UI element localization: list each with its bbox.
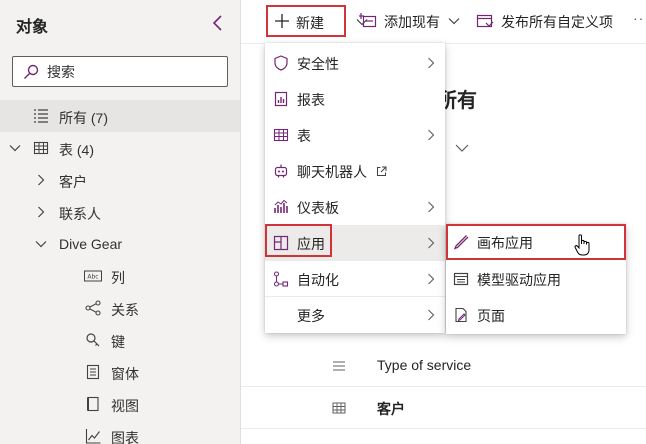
chevron-right-icon — [428, 57, 435, 69]
submenu-item-label: 页面 — [477, 308, 505, 324]
tree-item-label: 窗体 — [111, 366, 139, 382]
svg-text:Abc: Abc — [87, 274, 98, 281]
new-dropdown-menu: 安全性 报表 表 聊天机器人 仪表板 应用 自动化 更多 — [265, 43, 445, 333]
menu-item-more[interactable]: 更多 — [265, 297, 445, 333]
tree-item-label: 图表 — [111, 430, 139, 444]
page-icon — [455, 307, 467, 323]
menu-item-label: 聊天机器人 — [297, 164, 367, 180]
command-bar: 新建 添加现有 发布所有自定义项 ··· — [241, 0, 646, 44]
tree-item-all[interactable]: 所有 (7) — [0, 100, 240, 132]
row-label: 客户 — [377, 401, 405, 417]
chevron-down-icon[interactable] — [35, 238, 47, 250]
table-row[interactable]: Type of service — [241, 345, 646, 387]
add-existing-label: 添加现有 — [384, 14, 440, 30]
chevron-right-icon[interactable] — [35, 174, 47, 186]
pen-icon — [453, 235, 469, 250]
chevron-right-icon — [428, 237, 435, 249]
publish-icon — [476, 14, 494, 28]
tree-item-label: 表 (4) — [59, 142, 94, 158]
tree-item-label: 联系人 — [59, 206, 101, 222]
tree-item-label: 列 — [111, 270, 125, 286]
menu-item-model-driven-app[interactable]: 模型驱动应用 — [446, 261, 626, 297]
sidebar-title: 对象 — [16, 19, 49, 36]
row-label: Type of service — [377, 357, 472, 373]
search-icon — [24, 64, 39, 79]
bot-icon — [274, 164, 288, 178]
search-box[interactable] — [12, 56, 228, 87]
object-sidebar: 对象 所有 (7) 表 (4) 客户 — [0, 0, 241, 444]
tree-item-label: 客户 — [59, 174, 87, 190]
form-icon — [86, 364, 100, 380]
submenu-item-label: 画布应用 — [477, 235, 533, 251]
tree-item-charts[interactable]: 图表 — [0, 420, 240, 444]
table-icon — [273, 128, 289, 142]
list-icon — [34, 109, 48, 123]
publish-all-label: 发布所有自定义项 — [501, 14, 613, 30]
chevron-down-icon — [448, 18, 460, 25]
hand-cursor-icon — [574, 234, 590, 256]
menu-item-label: 表 — [297, 128, 311, 144]
menu-item-dashboard[interactable]: 仪表板 — [265, 189, 445, 225]
column-icon: Abc — [84, 270, 102, 282]
table-icon — [33, 141, 49, 155]
menu-item-report[interactable]: 报表 — [265, 81, 445, 117]
app-highlight-box — [265, 224, 332, 257]
tree-item-label: 视图 — [111, 398, 139, 414]
new-button-label: 新建 — [296, 15, 324, 31]
report-icon — [274, 91, 288, 107]
chevron-right-icon — [428, 129, 435, 141]
tree-item-forms[interactable]: 窗体 — [0, 356, 240, 388]
menu-item-chatbot[interactable]: 聊天机器人 — [265, 153, 445, 189]
key-icon — [86, 333, 100, 347]
menu-item-canvas-app[interactable]: 画布应用 — [446, 224, 626, 260]
menu-item-automation[interactable]: 自动化 — [265, 261, 445, 297]
chevron-right-icon[interactable] — [35, 206, 47, 218]
app-submenu: 画布应用 模型驱动应用 页面 — [446, 224, 626, 334]
tree-item-label: 键 — [111, 334, 125, 350]
tree-item-tables[interactable]: 表 (4) — [0, 132, 240, 164]
tree-item-label: 所有 (7) — [59, 110, 108, 126]
chevron-right-icon — [428, 309, 435, 321]
menu-item-security[interactable]: 安全性 — [265, 45, 445, 81]
menu-item-table[interactable]: 表 — [265, 117, 445, 153]
view-icon — [87, 396, 99, 412]
more-commands-button[interactable]: ··· — [633, 10, 646, 26]
menu-item-label: 报表 — [297, 92, 325, 108]
tree-item-account[interactable]: 客户 — [0, 164, 240, 196]
dashboard-icon — [274, 199, 288, 213]
tree-item-keys[interactable]: 键 — [0, 324, 240, 356]
tree-item-relationships[interactable]: 关系 — [0, 292, 240, 324]
new-button[interactable]: 新建 — [266, 5, 368, 37]
tree-item-label: Dive Gear — [59, 236, 123, 252]
shield-icon — [274, 55, 288, 71]
table-icon — [332, 402, 346, 414]
tree-item-views[interactable]: 视图 — [0, 388, 240, 420]
menu-item-label: 更多 — [297, 308, 325, 324]
table-row[interactable]: 客户 — [241, 387, 646, 429]
external-link-icon — [377, 166, 387, 176]
chevron-right-icon — [428, 201, 435, 213]
chevron-right-icon — [428, 273, 435, 285]
menu-item-label: 安全性 — [297, 56, 339, 72]
menu-item-page[interactable]: 页面 — [446, 297, 626, 333]
automation-icon — [273, 271, 289, 287]
chevron-down-icon[interactable] — [455, 142, 469, 154]
plus-icon — [275, 14, 289, 28]
search-input[interactable] — [47, 62, 217, 82]
tree-item-contact[interactable]: 联系人 — [0, 196, 240, 228]
submenu-item-label: 模型驱动应用 — [477, 272, 561, 288]
tree-item-dive-gear[interactable]: Dive Gear — [0, 228, 240, 260]
chevron-down-icon[interactable] — [9, 142, 21, 154]
list-icon — [333, 361, 345, 371]
sidebar-header: 对象 — [16, 13, 226, 37]
model-app-icon — [453, 272, 469, 286]
menu-item-label: 仪表板 — [297, 200, 339, 216]
chart-icon — [85, 429, 101, 444]
menu-item-label: 自动化 — [297, 272, 339, 288]
tree-item-columns[interactable]: Abc 列 — [0, 260, 240, 292]
collapse-chevron-icon[interactable] — [210, 13, 226, 33]
relationship-icon — [85, 300, 101, 316]
tree-item-label: 关系 — [111, 302, 139, 318]
add-existing-icon — [359, 13, 377, 28]
